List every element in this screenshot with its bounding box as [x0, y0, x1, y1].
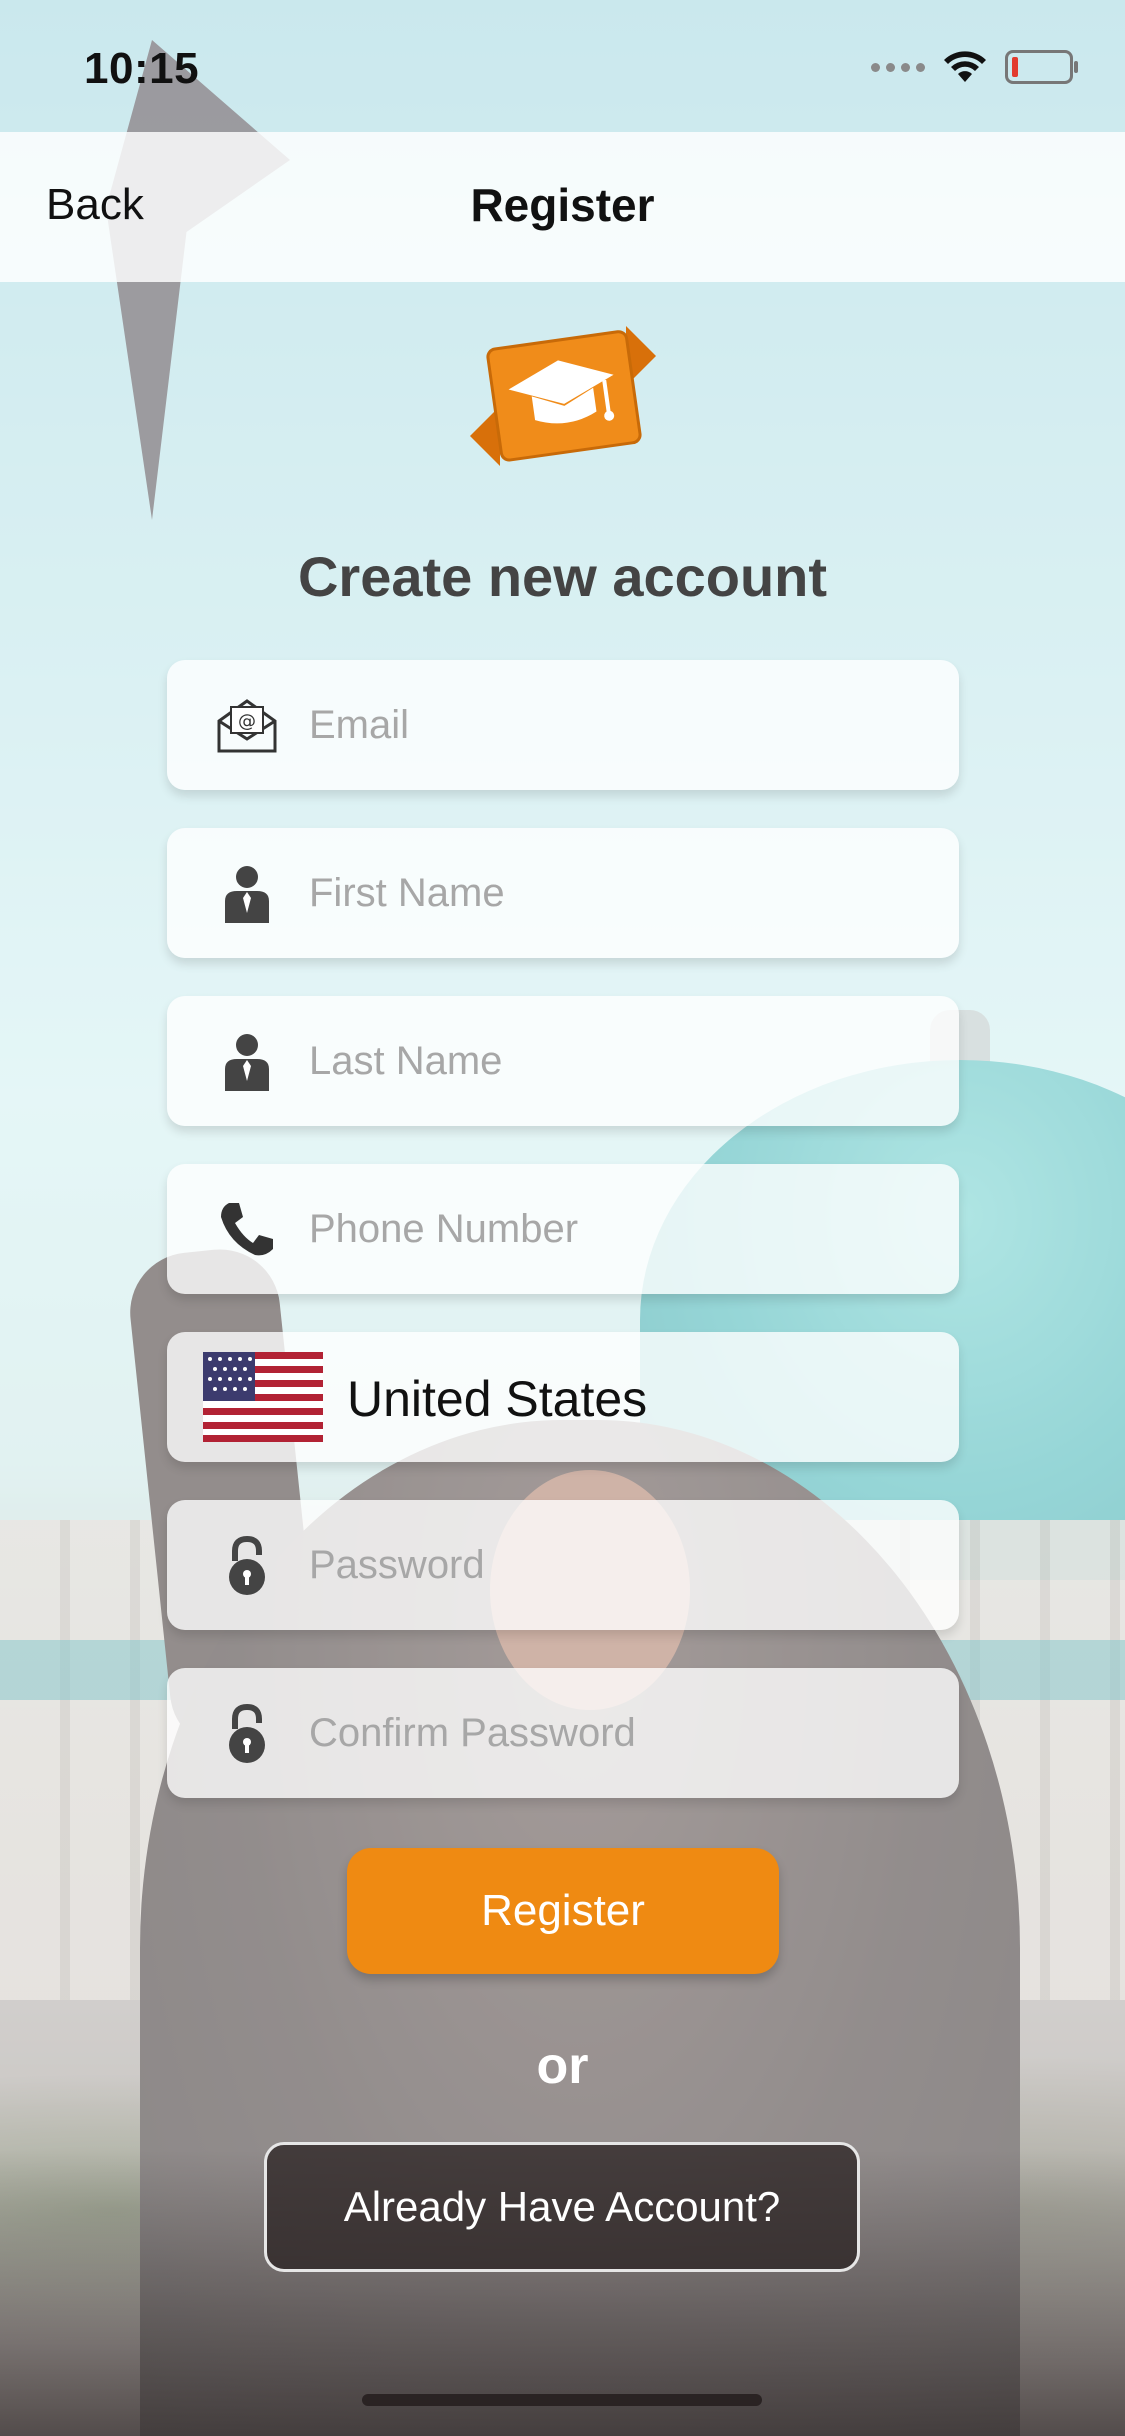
last-name-field[interactable]: Last Name — [167, 996, 959, 1126]
status-bar: 10:15 — [0, 0, 1125, 132]
or-divider-label: or — [536, 2037, 589, 2095]
padlock-icon — [229, 1703, 265, 1763]
page-heading: Create new account — [297, 545, 828, 608]
svg-text:@: @ — [238, 711, 256, 732]
battery-low-icon — [1005, 50, 1078, 84]
padlock-icon — [229, 1535, 265, 1595]
phone-icon — [221, 1203, 273, 1256]
country-selector[interactable]: United States — [167, 1332, 959, 1462]
home-indicator[interactable] — [362, 2394, 762, 2406]
email-placeholder: Email — [309, 703, 410, 747]
phone-number-field[interactable]: Phone Number — [167, 1164, 959, 1294]
confirm-password-placeholder: Confirm Password — [309, 1711, 636, 1755]
password-field[interactable]: Password — [167, 1500, 959, 1630]
first-name-placeholder: First Name — [309, 871, 505, 915]
graduation-cap-logo-icon — [470, 326, 656, 466]
already-have-account-button[interactable]: Already Have Account? — [264, 2142, 860, 2272]
wifi-icon — [944, 51, 986, 82]
cellular-dots-icon — [871, 62, 925, 72]
register-button[interactable]: Register — [347, 1848, 779, 1974]
person-icon — [225, 866, 269, 923]
first-name-field[interactable]: First Name — [167, 828, 959, 958]
status-icons — [871, 50, 1078, 84]
password-placeholder: Password — [309, 1543, 485, 1587]
status-time: 10:15 — [84, 44, 200, 93]
email-field[interactable]: @ Email — [167, 660, 959, 790]
nav-title: Register — [470, 179, 655, 231]
person-icon — [225, 1034, 269, 1091]
phone-number-placeholder: Phone Number — [309, 1207, 579, 1251]
navigation-bar: Back Register — [0, 132, 1125, 282]
confirm-password-field[interactable]: Confirm Password — [167, 1668, 959, 1798]
last-name-placeholder: Last Name — [309, 1039, 503, 1083]
envelope-icon: @ — [217, 699, 277, 753]
country-value: United States — [347, 1371, 648, 1427]
us-flag-icon — [203, 1352, 323, 1442]
